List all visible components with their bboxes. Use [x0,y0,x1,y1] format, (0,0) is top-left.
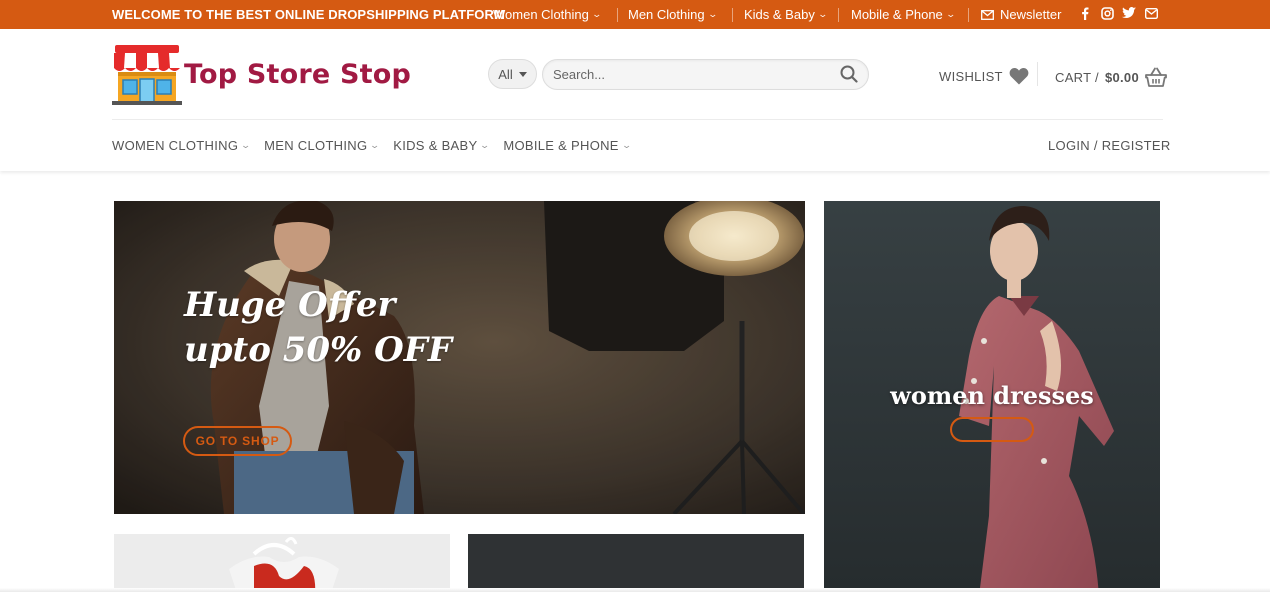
category-select[interactable]: All [488,59,537,89]
women-dresses-title: women dresses [890,381,1094,410]
hero-banner-men[interactable]: Huge Offer upto 50% OFF GO TO SHOP [114,201,805,514]
site-logo[interactable]: Top Store Stop [112,43,432,105]
store-logo-icon [112,45,182,105]
chevron-down-icon: ⌄ [479,140,491,150]
hero-headline: Huge Offer upto 50% OFF [184,285,453,370]
basket-icon [1145,67,1167,87]
login-register-link[interactable]: LOGIN / REGISTER [1048,138,1171,153]
women-dresses-banner[interactable]: women dresses [824,201,1160,592]
dark-product-photo [468,534,804,592]
kids-clothing-tile[interactable] [114,534,450,592]
envelope-icon [981,9,994,20]
nav-item-women-clothing[interactable]: WOMEN CLOTHING ⌄ [112,138,252,153]
search-form [542,59,869,90]
chevron-down-icon: ⌄ [707,9,718,19]
divider [838,8,839,22]
divider [1037,62,1038,86]
go-to-shop-button[interactable]: GO TO SHOP [183,426,292,456]
divider [112,119,1163,120]
topbar-link-men-clothing[interactable]: Men Clothing ⌄ [628,7,718,22]
cart-link[interactable]: CART / $0.00 [1055,67,1167,87]
chevron-down-icon: ⌄ [591,9,602,19]
main-navigation: WOMEN CLOTHING ⌄ MEN CLOTHING ⌄ KIDS & BAB… [112,138,633,153]
nav-item-men-clothing[interactable]: MEN CLOTHING ⌄ [264,138,381,153]
mobile-phone-tile[interactable] [468,534,804,592]
search-icon [840,65,858,83]
topbar-link-kids-baby[interactable]: Kids & Baby ⌄ [744,7,828,22]
facebook-icon[interactable] [1078,6,1092,20]
nav-item-mobile-phone[interactable]: MOBILE & PHONE ⌄ [503,138,633,153]
cart-amount[interactable]: $0.00 [1105,70,1139,85]
chevron-down-icon: ⌄ [945,9,956,19]
divider [968,8,969,22]
welcome-message: WELCOME TO THE BEST ONLINE DROPSHIPPING … [112,7,505,22]
topbar-link-mobile-phone[interactable]: Mobile & Phone ⌄ [851,7,956,22]
twitter-icon[interactable] [1122,6,1136,20]
heart-icon [1009,68,1029,85]
topbar-link-women-clothing[interactable]: Women Clothing ⌄ [493,7,602,22]
instagram-icon[interactable] [1100,6,1114,20]
newsletter-link[interactable]: Newsletter [981,7,1061,22]
nav-item-kids-baby[interactable]: KIDS & BABY ⌄ [393,138,491,153]
chevron-down-icon: ⌄ [621,140,633,150]
chevron-down-icon: ⌄ [240,140,252,150]
women-dresses-shop-button[interactable] [950,417,1034,442]
search-input[interactable] [543,60,823,89]
search-button[interactable] [840,65,860,85]
page-fold-shadow [0,588,1270,592]
chevron-down-icon: ⌄ [817,9,828,19]
top-bar: WELCOME TO THE BEST ONLINE DROPSHIPPING … [0,0,1270,29]
divider [732,8,733,22]
envelope-icon[interactable] [1144,6,1158,20]
site-header: Top Store Stop All WISHLIST CART / $0.00… [0,29,1270,171]
caret-down-icon [518,71,527,77]
chevron-down-icon: ⌄ [369,140,381,150]
wishlist-link[interactable]: WISHLIST [939,67,1029,85]
divider [617,8,618,22]
kids-dress-photo [114,534,450,592]
